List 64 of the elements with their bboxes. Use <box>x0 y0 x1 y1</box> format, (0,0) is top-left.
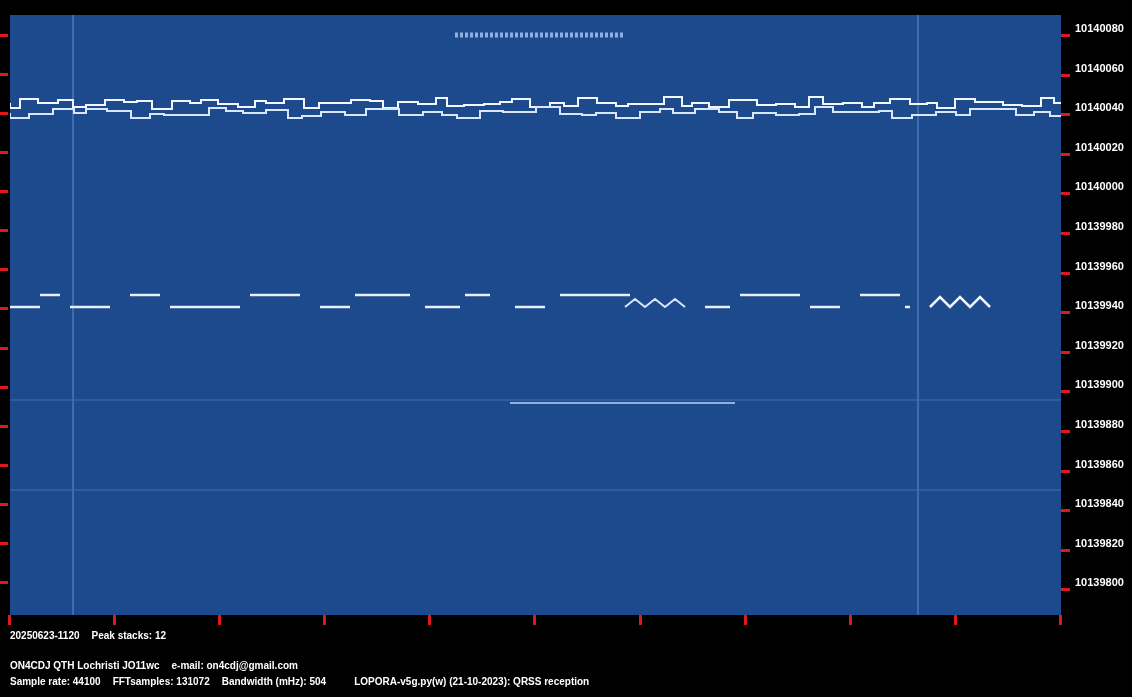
axis-tick <box>0 502 8 506</box>
axis-tick <box>1061 429 1070 433</box>
frequency-label: 10139880 <box>1075 416 1124 431</box>
frequency-label: 10139960 <box>1075 258 1124 273</box>
axis-tick <box>1061 231 1070 235</box>
frequency-label: 10139800 <box>1075 575 1124 590</box>
axis-tick <box>953 615 957 625</box>
frequency-label: 10140020 <box>1075 139 1124 154</box>
footer-text: LOPORA-v5g.py(w) (21-10-2023): QRSS reception <box>354 674 590 689</box>
axis-tick <box>0 424 8 428</box>
axis-tick <box>1061 548 1070 552</box>
axis-tick <box>0 229 8 233</box>
footer-text: ON4CDJ QTH Lochristi JO11wc <box>10 658 160 673</box>
axis-tick <box>1061 113 1070 117</box>
frequency-label: 10139900 <box>1075 377 1124 392</box>
axis-tick <box>0 541 8 545</box>
axis-tick <box>113 615 117 625</box>
axis-tick <box>0 346 8 350</box>
axis-tick <box>218 615 222 625</box>
axis-tick <box>1061 271 1070 275</box>
axis-tick <box>1061 350 1070 354</box>
axis-tick <box>1061 192 1070 196</box>
frequency-label: 10139980 <box>1075 218 1124 233</box>
frequency-label: 10140060 <box>1075 60 1124 75</box>
axis-tick <box>0 268 8 272</box>
axis-tick <box>1061 73 1070 77</box>
frequency-label: 10139940 <box>1075 298 1124 313</box>
axis-tick <box>1061 390 1070 394</box>
axis-tick <box>1061 469 1070 473</box>
axis-tick <box>0 307 8 311</box>
frequency-label: 10139920 <box>1075 337 1124 352</box>
axis-tick <box>743 615 747 625</box>
axis-tick <box>533 615 537 625</box>
axis-tick <box>323 615 327 625</box>
axis-tick <box>1061 311 1070 315</box>
axis-tick <box>638 615 642 625</box>
footer-text: FFTsamples: 131072 <box>112 674 210 689</box>
axis-tick <box>1061 34 1070 37</box>
frequency-label: 10140000 <box>1075 179 1124 194</box>
footer-text: e-mail: on4cdj@gmail.com <box>171 658 298 673</box>
frequency-label: 10139820 <box>1075 535 1124 550</box>
frequency-label: 10140040 <box>1075 100 1124 115</box>
axis-tick <box>0 463 8 467</box>
frequency-label: 10139840 <box>1075 496 1124 511</box>
axis-tick <box>8 615 11 625</box>
axis-tick <box>0 190 8 194</box>
axis-tick <box>1061 509 1070 513</box>
frequency-label: 10140080 <box>1075 21 1124 35</box>
footer-text: Bandwidth (mHz): 504 <box>221 674 327 689</box>
axis-tick <box>0 385 8 389</box>
frequency-label: 10139860 <box>1075 456 1124 471</box>
axis-tick <box>0 34 8 37</box>
axis-tick <box>0 112 8 116</box>
axis-tick <box>1061 152 1070 156</box>
axis-tick <box>1061 588 1070 592</box>
axis-tick <box>0 151 8 155</box>
footer-text: Peak stacks: 12 <box>91 629 167 643</box>
footer-text: Sample rate: 44100 <box>10 674 101 689</box>
axis-tick <box>848 615 852 625</box>
axis-tick <box>1058 615 1062 625</box>
axis-tick <box>0 73 8 77</box>
footer-text: 20250623-1120 <box>10 629 80 643</box>
axis-tick <box>428 615 432 625</box>
axis-tick <box>0 580 8 584</box>
